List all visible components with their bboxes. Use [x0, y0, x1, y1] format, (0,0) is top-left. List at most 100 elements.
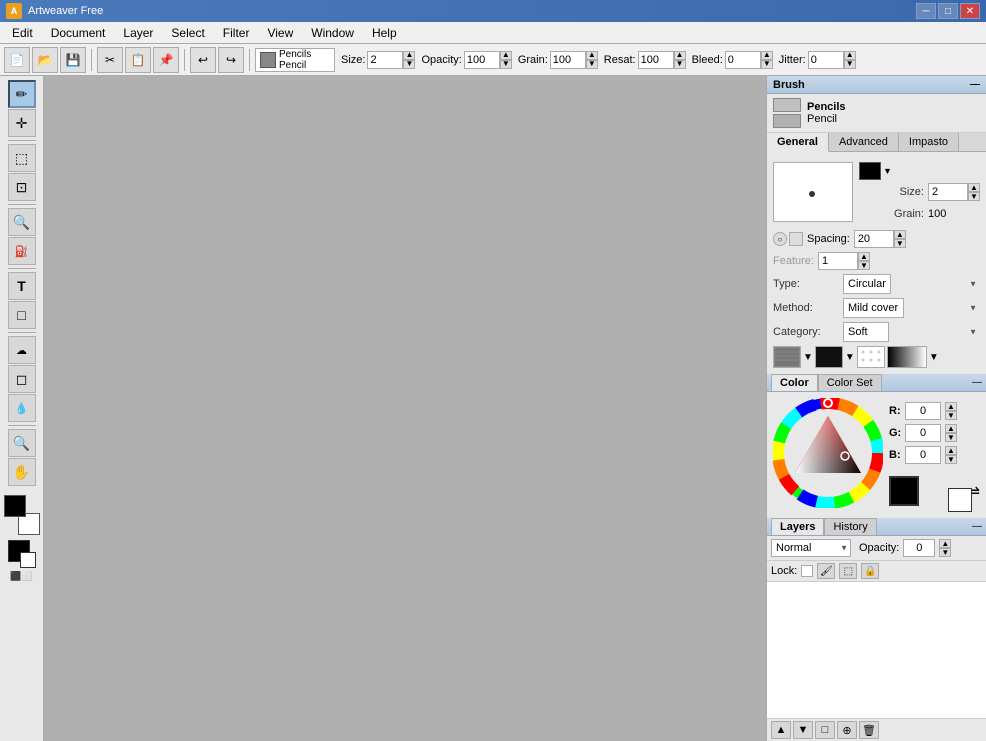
new-btn[interactable]: 📄	[4, 47, 30, 73]
resat-spinner[interactable]: ▲ ▼	[674, 51, 686, 69]
close-window-btn[interactable]: ✕	[960, 3, 980, 19]
shape-tool[interactable]: □	[8, 301, 36, 329]
b-down[interactable]: ▼	[945, 455, 957, 464]
menu-filter[interactable]: Filter	[215, 23, 258, 43]
color-tab-color[interactable]: Color	[771, 374, 818, 391]
paint-bucket-tool[interactable]: ⛽	[8, 237, 36, 265]
brush-selector[interactable]: Pencils Pencil	[255, 48, 335, 72]
eyedropper-tool[interactable]: 🔍	[8, 208, 36, 236]
opacity-layer-down[interactable]: ▼	[939, 548, 951, 557]
color-wheel-container[interactable]	[773, 398, 883, 508]
size-down[interactable]: ▼	[403, 60, 415, 69]
dropper-tool[interactable]: 💧	[8, 394, 36, 422]
tab-impasto[interactable]: Impasto	[899, 133, 959, 151]
texture-2-arrow[interactable]: ▼	[845, 352, 855, 363]
lock-move-btn[interactable]: ⬚	[839, 563, 857, 579]
size-prop-up[interactable]: ▲	[968, 183, 980, 192]
eraser-tool[interactable]: ◻	[8, 365, 36, 393]
g-input[interactable]	[905, 424, 941, 442]
b-up[interactable]: ▲	[945, 446, 957, 455]
layer-opacity-input[interactable]	[903, 539, 935, 557]
layers-tab-history[interactable]: History	[824, 518, 876, 535]
zoom-tool[interactable]: 🔍	[8, 429, 36, 457]
layer-up-btn[interactable]: ▲	[771, 721, 791, 739]
opacity-input[interactable]	[464, 51, 500, 69]
redo-btn[interactable]: ↪	[218, 47, 244, 73]
bleed-down[interactable]: ▼	[761, 60, 773, 69]
size-spinner[interactable]: ▲ ▼	[403, 51, 415, 69]
menu-edit[interactable]: Edit	[4, 23, 41, 43]
opacity-spinner[interactable]: ▲ ▼	[500, 51, 512, 69]
grain-spinner[interactable]: ▲ ▼	[586, 51, 598, 69]
text-tool[interactable]: T	[8, 272, 36, 300]
size-prop-down[interactable]: ▼	[968, 192, 980, 201]
bleed-input[interactable]	[725, 51, 761, 69]
menu-select[interactable]: Select	[163, 23, 212, 43]
grain-input[interactable]	[550, 51, 586, 69]
spacing-up[interactable]: ▲	[894, 230, 906, 239]
b-input[interactable]	[905, 446, 941, 464]
spacing-checkbox[interactable]	[789, 232, 803, 246]
brush-panel-minimize[interactable]: —	[970, 79, 980, 90]
cut-btn[interactable]: ✂	[97, 47, 123, 73]
bg-preview[interactable]	[20, 552, 36, 568]
canvas-area[interactable]	[44, 76, 766, 741]
open-btn[interactable]: 📂	[32, 47, 58, 73]
opacity-layer-up[interactable]: ▲	[939, 539, 951, 548]
texture-4[interactable]	[887, 346, 927, 368]
layer-down-btn[interactable]: ▼	[793, 721, 813, 739]
menu-layer[interactable]: Layer	[115, 23, 161, 43]
r-down[interactable]: ▼	[945, 411, 957, 420]
resat-input[interactable]	[638, 51, 674, 69]
layer-add-btn[interactable]: □	[815, 721, 835, 739]
lock-checkbox[interactable]	[801, 565, 813, 577]
smudge-tool[interactable]: ☁	[8, 336, 36, 364]
g-down[interactable]: ▼	[945, 433, 957, 442]
layers-list[interactable]	[767, 582, 986, 718]
bg-color-swatch[interactable]	[948, 488, 972, 512]
foreground-color-swatch[interactable]	[4, 495, 26, 517]
menu-document[interactable]: Document	[43, 23, 114, 43]
paste-btn[interactable]: 📌	[153, 47, 179, 73]
layer-copy-btn[interactable]: ⊕	[837, 721, 857, 739]
tab-advanced[interactable]: Advanced	[829, 133, 899, 151]
r-up[interactable]: ▲	[945, 402, 957, 411]
save-btn[interactable]: 💾	[60, 47, 86, 73]
feature-down[interactable]: ▼	[858, 261, 870, 270]
spacing-down[interactable]: ▼	[894, 239, 906, 248]
menu-view[interactable]: View	[259, 23, 301, 43]
move-tool[interactable]: ✛	[8, 109, 36, 137]
fg-color-swatch[interactable]	[889, 476, 919, 506]
texture-1[interactable]	[773, 346, 801, 368]
hand-tool[interactable]: ✋	[8, 458, 36, 486]
maximize-window-btn[interactable]: □	[938, 3, 958, 19]
lock-paint-btn[interactable]: 🖌	[817, 563, 835, 579]
category-select[interactable]: Soft Hard Normal	[843, 322, 889, 342]
method-select[interactable]: Mild cover Cover Soft	[843, 298, 904, 318]
color-panel-minimize[interactable]: —	[972, 377, 982, 388]
default-colors-btn[interactable]: ⬛⬜	[10, 571, 32, 582]
menu-help[interactable]: Help	[364, 23, 405, 43]
minimize-window-btn[interactable]: ─	[916, 3, 936, 19]
layers-panel-minimize[interactable]: —	[972, 521, 982, 532]
jitter-spinner[interactable]: ▲ ▼	[844, 51, 856, 69]
resat-down[interactable]: ▼	[674, 60, 686, 69]
type-select[interactable]: Circular Linear Flat	[843, 274, 891, 294]
feature-input[interactable]	[818, 252, 858, 270]
lock-all-btn[interactable]: 🔒	[861, 563, 879, 579]
lasso-tool[interactable]: ⬚	[8, 144, 36, 172]
canvas-inner[interactable]	[44, 76, 766, 741]
spacing-input[interactable]	[854, 230, 894, 248]
tab-general[interactable]: General	[767, 133, 829, 152]
jitter-down[interactable]: ▼	[844, 60, 856, 69]
color-wheel-svg[interactable]	[773, 398, 883, 508]
copy-btn[interactable]: 📋	[125, 47, 151, 73]
grain-down[interactable]: ▼	[586, 60, 598, 69]
color-tab-colorset[interactable]: Color Set	[818, 374, 882, 391]
g-up[interactable]: ▲	[945, 424, 957, 433]
brush-tool[interactable]: ✏	[8, 80, 36, 108]
brush-color-dropdown[interactable]: ▼	[883, 166, 892, 176]
jitter-input[interactable]	[808, 51, 844, 69]
layer-delete-btn[interactable]: 🗑	[859, 721, 879, 739]
texture-1-arrow[interactable]: ▼	[803, 352, 813, 363]
